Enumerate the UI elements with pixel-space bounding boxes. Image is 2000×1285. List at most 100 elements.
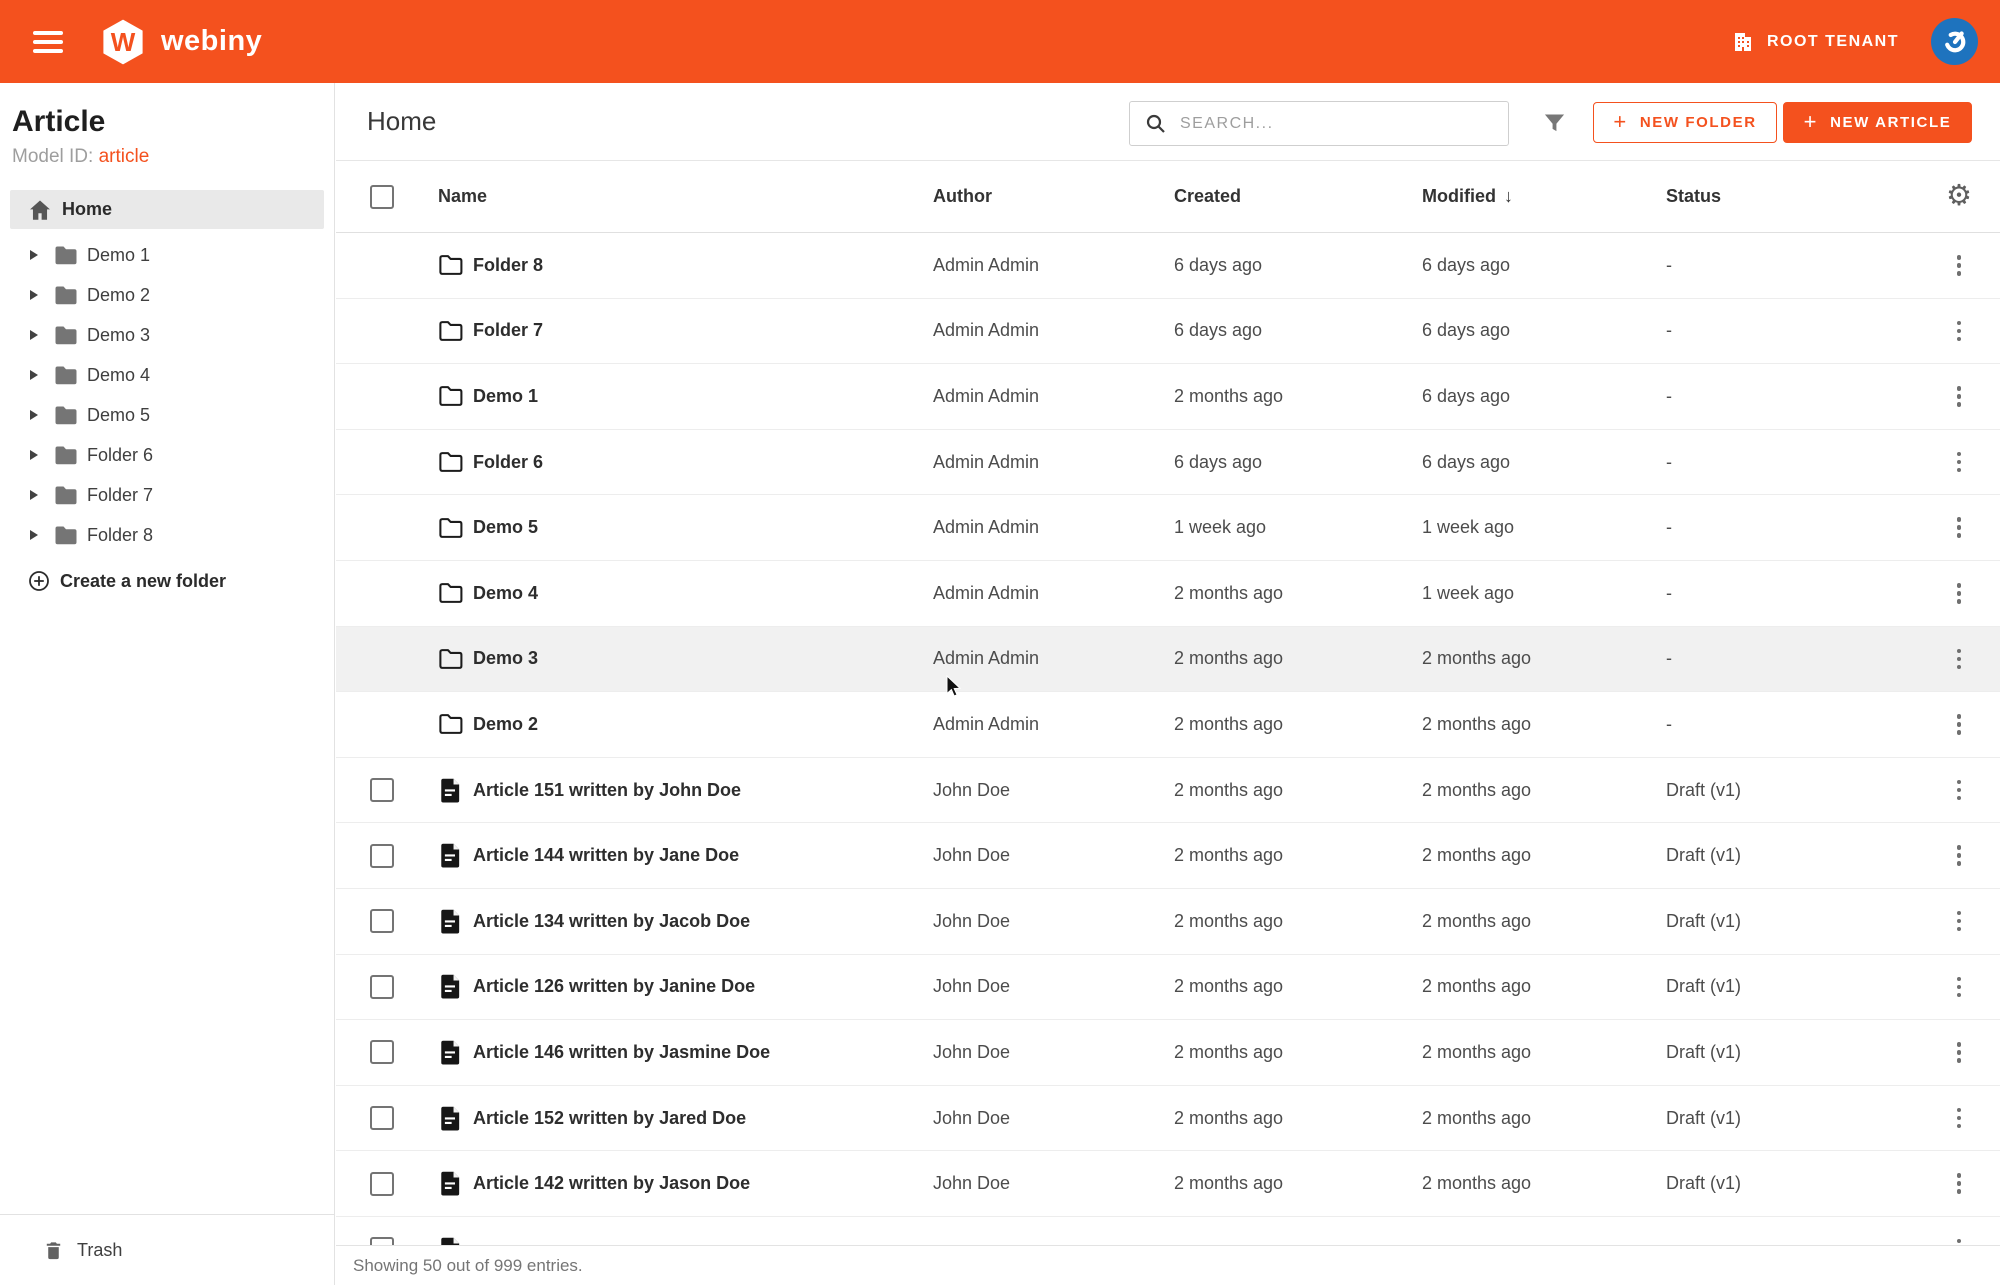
row-menu-kebab-icon[interactable] (1951, 905, 1968, 938)
chevron-right-icon[interactable] (30, 370, 38, 380)
row-name[interactable]: Folder 6 (473, 452, 933, 473)
sidebar-folder-item[interactable]: Folder 8 (0, 515, 334, 555)
folder-icon (404, 319, 473, 343)
table-row-folder[interactable]: Demo 1Admin Admin2 months ago6 days ago- (336, 364, 2000, 430)
row-menu-kebab-icon[interactable] (1951, 1102, 1968, 1135)
row-name[interactable]: Demo 1 (473, 386, 933, 407)
user-avatar[interactable] (1931, 18, 1978, 65)
row-author: John Doe (933, 976, 1174, 997)
table-row-folder[interactable]: Folder 8Admin Admin6 days ago6 days ago- (336, 233, 2000, 299)
new-folder-button[interactable]: + NEW FOLDER (1593, 102, 1777, 143)
chevron-right-icon[interactable] (30, 290, 38, 300)
row-checkbox[interactable] (370, 1172, 394, 1196)
folder-icon (404, 450, 473, 474)
chevron-right-icon[interactable] (30, 490, 38, 500)
search-box (1129, 101, 1509, 146)
row-menu-kebab-icon[interactable] (1951, 380, 1968, 413)
row-name[interactable]: Article 152 written by Jared Doe (473, 1108, 933, 1129)
webiny-logo[interactable]: W webiny (99, 18, 262, 66)
sidebar-folder-item[interactable]: Demo 2 (0, 275, 334, 315)
sidebar-folder-item[interactable]: Demo 3 (0, 315, 334, 355)
table-row-folder[interactable]: Demo 4Admin Admin2 months ago1 week ago- (336, 561, 2000, 627)
sidebar-folder-item[interactable]: Demo 1 (0, 235, 334, 275)
row-modified: 2 months ago (1422, 714, 1666, 735)
row-menu-kebab-icon[interactable] (1951, 1167, 1968, 1200)
row-menu-kebab-icon[interactable] (1951, 446, 1968, 479)
sidebar-folder-label: Demo 4 (87, 365, 150, 386)
row-checkbox[interactable] (370, 975, 394, 999)
search-input[interactable] (1180, 115, 1480, 133)
tenant-selector[interactable]: ROOT TENANT (1731, 30, 1899, 54)
row-menu-kebab-icon[interactable] (1951, 511, 1968, 544)
table-row-folder[interactable]: Folder 7Admin Admin6 days ago6 days ago- (336, 299, 2000, 365)
create-folder-button[interactable]: Create a new folder (0, 569, 334, 593)
row-menu-kebab-icon[interactable] (1951, 315, 1968, 348)
row-name[interactable]: Demo 5 (473, 517, 933, 538)
column-header-modified[interactable]: Modified↓ (1422, 186, 1666, 207)
sidebar-item-home[interactable]: Home (10, 190, 324, 229)
column-header-author[interactable]: Author (933, 186, 1174, 207)
table-row-article[interactable]: Article 144 written by Jane DoeJohn Doe2… (336, 823, 2000, 889)
row-modified: 6 days ago (1422, 452, 1666, 473)
row-checkbox[interactable] (370, 1040, 394, 1064)
row-menu-kebab-icon[interactable] (1951, 249, 1968, 282)
sidebar-folder-item[interactable]: Demo 4 (0, 355, 334, 395)
row-name[interactable]: Folder 7 (473, 320, 933, 341)
row-menu-kebab-icon[interactable] (1951, 643, 1968, 676)
chevron-right-icon[interactable] (30, 450, 38, 460)
row-checkbox[interactable] (370, 844, 394, 868)
row-checkbox[interactable] (370, 1106, 394, 1130)
plus-icon: + (1613, 109, 1627, 135)
row-status: Draft (v1) (1666, 911, 1918, 932)
row-menu-kebab-icon[interactable] (1951, 577, 1968, 610)
page-title: Home (367, 106, 436, 137)
column-header-name[interactable]: Name (404, 186, 933, 207)
sidebar-folder-item[interactable]: Demo 5 (0, 395, 334, 435)
sidebar-folder-item[interactable]: Folder 6 (0, 435, 334, 475)
table-row-folder[interactable]: Folder 6Admin Admin6 days ago6 days ago- (336, 430, 2000, 496)
table-row-article[interactable]: Article 146 written by Jasmine DoeJohn D… (336, 1020, 2000, 1086)
settings-icon[interactable]: ⚙ (1946, 182, 1972, 211)
row-name[interactable]: Article 126 written by Janine Doe (473, 976, 933, 997)
document-icon (404, 777, 473, 804)
table-row-folder[interactable]: Demo 2Admin Admin2 months ago2 months ag… (336, 692, 2000, 758)
row-name[interactable]: Article 151 written by John Doe (473, 780, 933, 801)
menu-icon[interactable] (33, 28, 67, 55)
row-name[interactable]: Article 144 written by Jane Doe (473, 845, 933, 866)
chevron-right-icon[interactable] (30, 530, 38, 540)
row-checkbox[interactable] (370, 909, 394, 933)
table-row-folder[interactable]: Demo 3Admin Admin2 months ago2 months ag… (336, 627, 2000, 693)
model-id-value[interactable]: article (99, 146, 150, 167)
table-row-article[interactable]: Article 142 written by Jason DoeJohn Doe… (336, 1151, 2000, 1217)
row-menu-kebab-icon[interactable] (1951, 1036, 1968, 1069)
row-menu-kebab-icon[interactable] (1951, 971, 1968, 1004)
chevron-right-icon[interactable] (30, 330, 38, 340)
new-article-button[interactable]: + NEW ARTICLE (1783, 102, 1972, 143)
row-name[interactable]: Article 142 written by Jason Doe (473, 1173, 933, 1194)
column-header-created[interactable]: Created (1174, 186, 1422, 207)
row-menu-kebab-icon[interactable] (1951, 839, 1968, 872)
sidebar-folder-item[interactable]: Folder 7 (0, 475, 334, 515)
trash-button[interactable]: Trash (0, 1214, 334, 1285)
row-checkbox[interactable] (370, 778, 394, 802)
row-name[interactable]: Demo 2 (473, 714, 933, 735)
row-name[interactable]: Demo 4 (473, 583, 933, 604)
row-menu-kebab-icon[interactable] (1951, 708, 1968, 741)
row-menu-kebab-icon[interactable] (1951, 774, 1968, 807)
tenant-building-icon (1731, 30, 1755, 54)
row-name[interactable]: Folder 8 (473, 255, 933, 276)
filter-icon[interactable] (1541, 110, 1568, 137)
row-name[interactable]: Demo 3 (473, 648, 933, 669)
row-name[interactable]: Article 134 written by Jacob Doe (473, 911, 933, 932)
chevron-right-icon[interactable] (30, 410, 38, 420)
row-author: John Doe (933, 1108, 1174, 1129)
table-row-article[interactable]: Article 151 written by John DoeJohn Doe2… (336, 758, 2000, 824)
table-row-article[interactable]: Article 134 written by Jacob DoeJohn Doe… (336, 889, 2000, 955)
folder-icon (404, 712, 473, 736)
row-name[interactable]: Article 146 written by Jasmine Doe (473, 1042, 933, 1063)
table-row-folder[interactable]: Demo 5Admin Admin1 week ago1 week ago- (336, 495, 2000, 561)
select-all-checkbox[interactable] (370, 185, 394, 209)
table-row-article[interactable]: Article 126 written by Janine DoeJohn Do… (336, 955, 2000, 1021)
table-row-article[interactable]: Article 152 written by Jared DoeJohn Doe… (336, 1086, 2000, 1152)
chevron-right-icon[interactable] (30, 250, 38, 260)
